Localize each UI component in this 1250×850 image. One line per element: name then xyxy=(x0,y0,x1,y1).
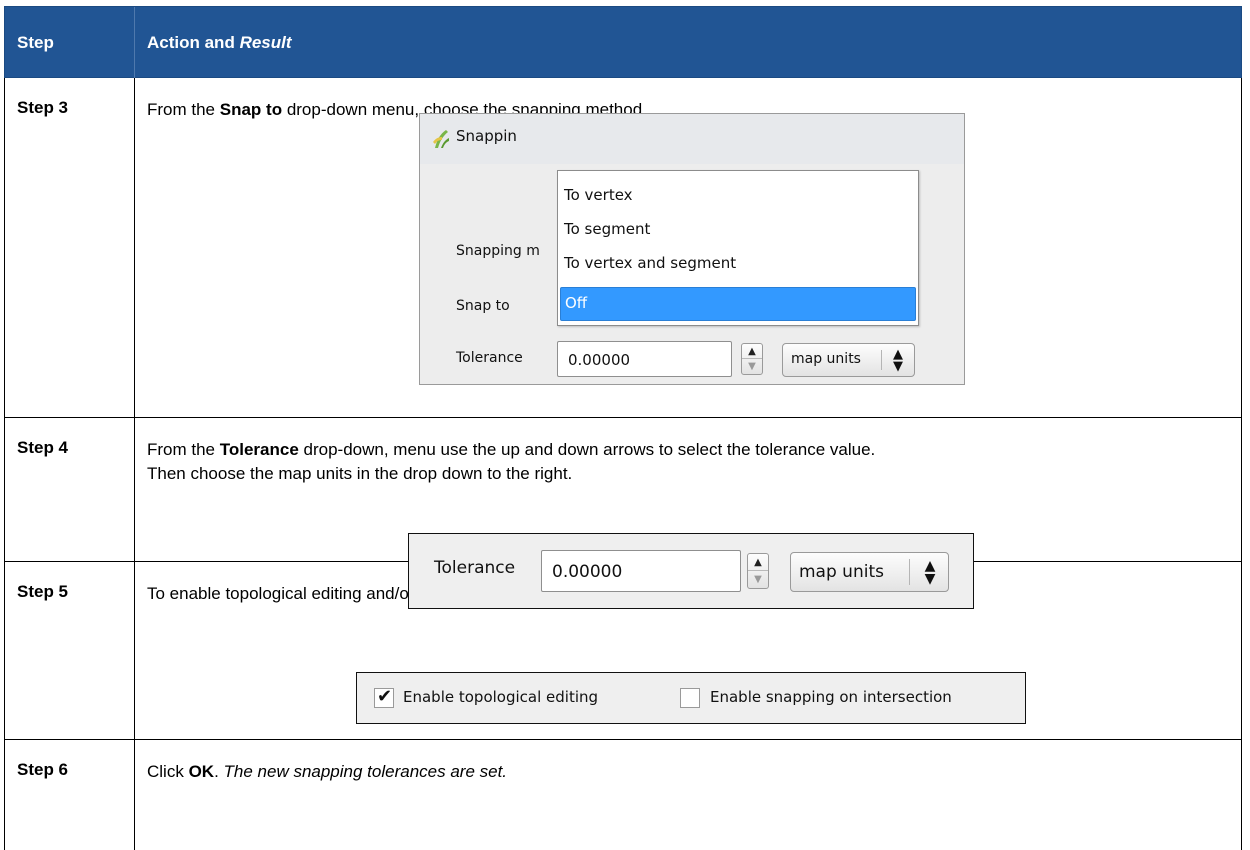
option-to-vertex-and-segment[interactable]: To vertex and segment xyxy=(564,254,736,272)
header-step: Step xyxy=(17,33,54,52)
updown-arrows-icon: ▲ ▼ xyxy=(893,347,903,374)
step-description: Click OK. The new snapping tolerances ar… xyxy=(147,760,1227,784)
desc-text: . xyxy=(214,762,224,781)
topological-editing-label: Enable topological editing xyxy=(403,688,599,706)
header-action-text: Action and xyxy=(147,33,240,52)
snapping-mode-label: Snapping m xyxy=(456,243,540,259)
desc-text: Click xyxy=(147,762,189,781)
option-off-selected[interactable]: Off xyxy=(560,287,916,321)
spin-down-icon[interactable]: ▼ xyxy=(748,571,768,588)
desc-text: From the xyxy=(147,100,220,119)
tolerance-spinner[interactable]: ▲ ▼ xyxy=(741,343,763,375)
units-separator xyxy=(909,559,910,585)
checkmark-icon: ✔ xyxy=(377,686,393,707)
units-separator xyxy=(881,350,882,370)
tolerance-screenshot: Tolerance 0.00000 ▲ ▼ map units ▲ ▼ xyxy=(408,533,974,609)
units-select[interactable]: map units ▲ ▼ xyxy=(790,552,949,592)
dialog-titlebar: Snappin xyxy=(420,114,964,164)
desc-text: From the xyxy=(147,440,220,459)
spin-up-icon[interactable]: ▲ xyxy=(742,344,762,359)
snapping-intersection-checkbox[interactable] xyxy=(680,688,700,708)
table-row: Step 6 Click OK. The new snapping tolera… xyxy=(4,740,1242,850)
step-label: Step 6 xyxy=(17,760,69,779)
checkboxes-screenshot: ✔ Enable topological editing Enable snap… xyxy=(356,672,1026,724)
tolerance-value: 0.00000 xyxy=(552,562,623,582)
header-result-text: Result xyxy=(239,33,292,52)
units-value: map units xyxy=(791,351,861,367)
option-off-label: Off xyxy=(565,294,588,312)
snap-to-dropdown[interactable]: To vertex To segment To vertex and segme… xyxy=(557,170,919,326)
snap-to-label: Snap to xyxy=(456,298,510,314)
units-value: map units xyxy=(799,562,884,582)
tolerance-input[interactable]: 0.00000 xyxy=(541,550,741,592)
snapping-dialog-screenshot: Snappin Snapping m Snap to Tolerance 0.0… xyxy=(419,113,965,385)
option-to-segment[interactable]: To segment xyxy=(564,220,650,238)
desc-text: Then choose the map units in the drop do… xyxy=(147,464,573,483)
row-divider xyxy=(134,562,135,739)
tolerance-spinner[interactable]: ▲ ▼ xyxy=(747,553,769,589)
tolerance-label: Tolerance xyxy=(434,558,516,578)
header-divider xyxy=(134,7,135,79)
topological-editing-checkbox[interactable]: ✔ xyxy=(374,686,394,708)
updown-arrows-icon: ▲ ▼ xyxy=(924,558,936,587)
row-divider xyxy=(134,740,135,850)
tolerance-value: 0.00000 xyxy=(568,351,631,369)
option-to-vertex[interactable]: To vertex xyxy=(564,186,633,204)
dialog-title: Snappin xyxy=(456,127,517,145)
step-description: From the Tolerance drop-down, menu use t… xyxy=(147,438,1227,486)
row-divider xyxy=(134,418,135,561)
qgis-icon xyxy=(433,130,449,148)
row-divider xyxy=(134,78,135,417)
header-action: Action and Result xyxy=(147,7,292,79)
desc-bold: Snap to xyxy=(219,100,283,119)
spin-down-icon[interactable]: ▼ xyxy=(742,359,762,374)
spin-up-icon[interactable]: ▲ xyxy=(748,554,768,571)
desc-italic: The new snapping tolerances are set. xyxy=(223,762,508,781)
desc-text: drop-down, menu use the up and down arro… xyxy=(298,440,876,459)
desc-bold: OK xyxy=(188,762,215,781)
snapping-intersection-label: Enable snapping on intersection xyxy=(710,688,952,706)
step-label: Step 5 xyxy=(17,582,69,601)
step-label: Step 4 xyxy=(17,438,69,457)
step-label: Step 3 xyxy=(17,98,69,117)
table-header: Step Action and Result xyxy=(4,6,1242,79)
tolerance-input[interactable]: 0.00000 xyxy=(557,341,732,377)
tolerance-label: Tolerance xyxy=(456,350,523,366)
units-select[interactable]: map units ▲ ▼ xyxy=(782,343,915,377)
desc-bold: Tolerance xyxy=(219,440,299,459)
